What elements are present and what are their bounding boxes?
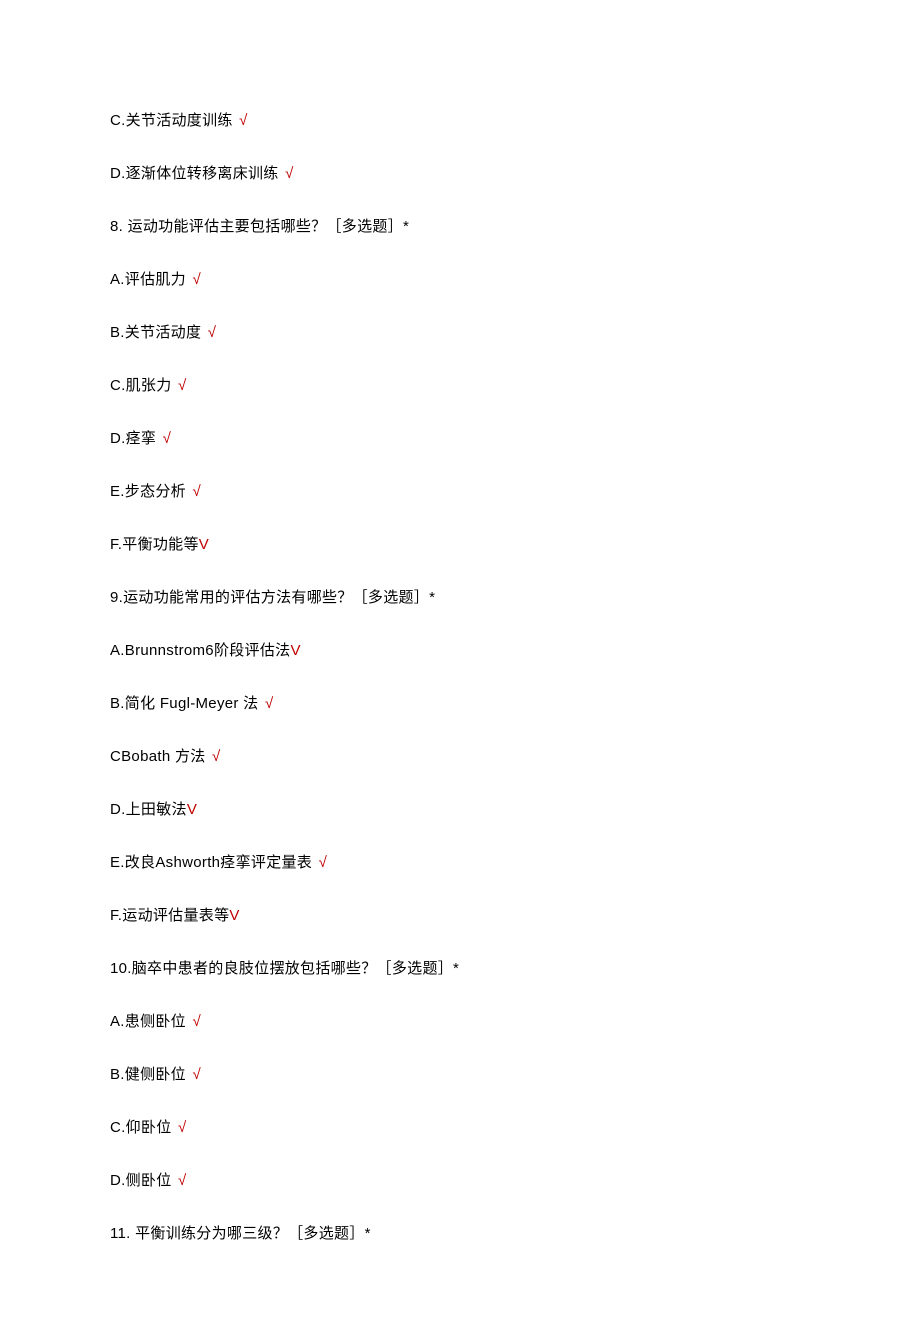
check-icon: √ <box>163 430 172 447</box>
document-page: C.关节活动度训练 √D.逐渐体位转移离床训练 √8. 运动功能评估主要包括哪些… <box>0 0 920 1336</box>
check-icon: √ <box>285 165 294 182</box>
text-line: C.肌张力 √ <box>110 375 810 396</box>
check-icon: √ <box>178 1172 187 1189</box>
line-text: D.痉挛 <box>110 430 161 447</box>
line-text: A.Brunnstrom6阶段评估法 <box>110 642 290 659</box>
text-line: 10.脑卒中患者的良肢位摆放包括哪些？［多选题］* <box>110 958 810 979</box>
text-line: 9.运动功能常用的评估方法有哪些？［多选题］* <box>110 587 810 608</box>
check-icon: √ <box>319 854 328 871</box>
line-text: CBobath 方法 <box>110 748 210 765</box>
check-icon: √ <box>178 377 187 394</box>
text-line: F.运动评估量表等V <box>110 905 810 926</box>
line-text: E.改良Ashworth痉挛评定量表 <box>110 854 317 871</box>
text-line: D.上田敏法V <box>110 799 810 820</box>
line-text: C.关节活动度训练 <box>110 112 237 129</box>
line-text: D.侧卧位 <box>110 1172 176 1189</box>
text-line: B.健侧卧位 √ <box>110 1064 810 1085</box>
v-mark: V <box>199 536 209 553</box>
line-text: 9.运动功能常用的评估方法有哪些？［多选题］* <box>110 589 435 606</box>
v-mark: V <box>229 907 239 924</box>
text-line: D.侧卧位 √ <box>110 1170 810 1191</box>
text-line: E.改良Ashworth痉挛评定量表 √ <box>110 852 810 873</box>
v-mark: V <box>187 801 197 818</box>
text-line: B.关节活动度 √ <box>110 322 810 343</box>
check-icon: √ <box>178 1119 187 1136</box>
text-line: A.患侧卧位 √ <box>110 1011 810 1032</box>
check-icon: √ <box>192 1013 201 1030</box>
text-line: CBobath 方法 √ <box>110 746 810 767</box>
text-line: C.关节活动度训练 √ <box>110 110 810 131</box>
v-mark: V <box>290 642 300 659</box>
text-line: C.仰卧位 √ <box>110 1117 810 1138</box>
line-text: C.肌张力 <box>110 377 176 394</box>
line-text: E.步态分析 <box>110 483 190 500</box>
check-icon: √ <box>192 483 201 500</box>
text-line: 11. 平衡训练分为哪三级？［多选题］* <box>110 1223 810 1244</box>
text-line: F.平衡功能等V <box>110 534 810 555</box>
line-text: D.逐渐体位转移离床训练 <box>110 165 283 182</box>
line-text: B.关节活动度 <box>110 324 206 341</box>
line-text: A.评估肌力 <box>110 271 190 288</box>
text-line: A.评估肌力 √ <box>110 269 810 290</box>
check-icon: √ <box>239 112 248 129</box>
line-text: C.仰卧位 <box>110 1119 176 1136</box>
line-text: B.健侧卧位 <box>110 1066 190 1083</box>
text-line: B.简化 Fugl-Meyer 法 √ <box>110 693 810 714</box>
line-text: B.简化 Fugl-Meyer 法 <box>110 695 263 712</box>
check-icon: √ <box>192 271 201 288</box>
text-line: E.步态分析 √ <box>110 481 810 502</box>
line-text: D.上田敏法 <box>110 801 187 818</box>
line-text: 11. 平衡训练分为哪三级？［多选题］* <box>110 1225 371 1242</box>
line-text: 8. 运动功能评估主要包括哪些？［多选题］* <box>110 218 409 235</box>
text-line: A.Brunnstrom6阶段评估法V <box>110 640 810 661</box>
line-text: 10.脑卒中患者的良肢位摆放包括哪些？［多选题］* <box>110 960 459 977</box>
check-icon: √ <box>265 695 274 712</box>
text-line: D.痉挛 √ <box>110 428 810 449</box>
line-text: F.运动评估量表等 <box>110 907 229 924</box>
text-line: D.逐渐体位转移离床训练 √ <box>110 163 810 184</box>
text-line: 8. 运动功能评估主要包括哪些？［多选题］* <box>110 216 810 237</box>
check-icon: √ <box>212 748 221 765</box>
line-text: F.平衡功能等 <box>110 536 199 553</box>
check-icon: √ <box>192 1066 201 1083</box>
check-icon: √ <box>208 324 217 341</box>
line-text: A.患侧卧位 <box>110 1013 190 1030</box>
